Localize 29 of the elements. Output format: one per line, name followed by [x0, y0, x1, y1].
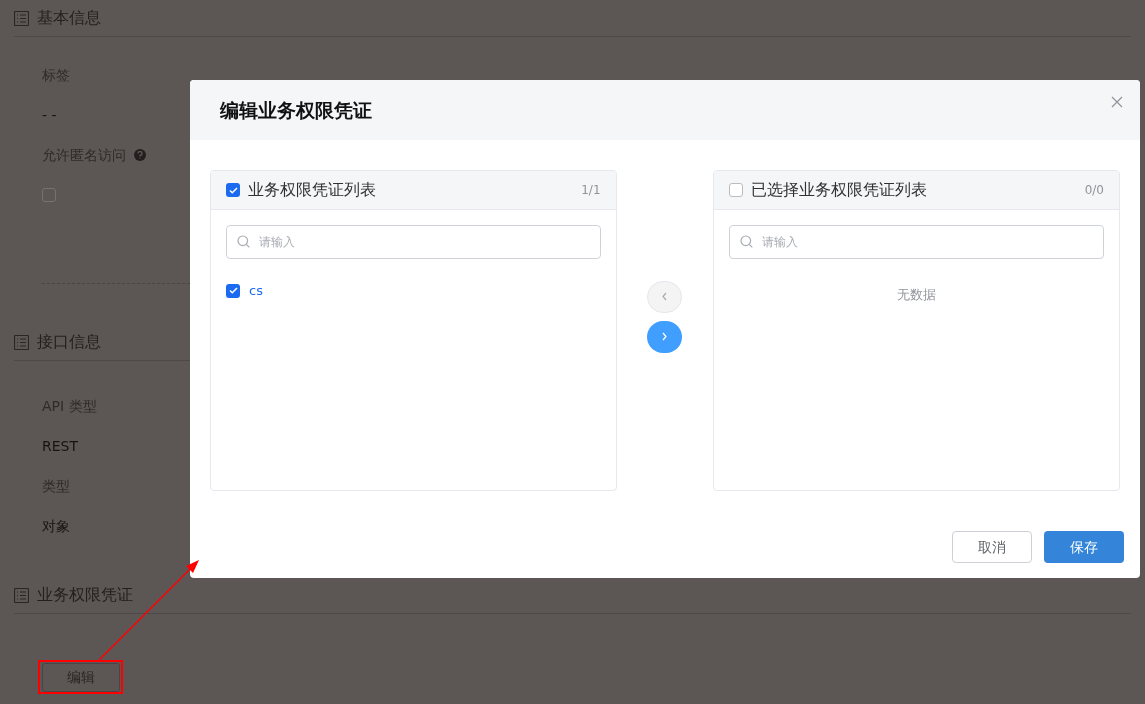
search-field[interactable]: 请输入	[729, 225, 1104, 259]
panel-title: 已选择业务权限凭证列表	[751, 179, 929, 201]
dialog-title: 编辑业务权限凭证	[220, 97, 372, 123]
section-title: 接口信息	[37, 331, 101, 353]
section-title: 业务权限凭证	[37, 584, 133, 606]
checkbox[interactable]	[226, 283, 240, 298]
section-title: 基本信息	[37, 7, 101, 29]
field-value: - -	[42, 105, 57, 125]
move-right-button[interactable]	[647, 320, 683, 353]
close-icon[interactable]	[1111, 96, 1123, 108]
panel-title: 业务权限凭证列表	[248, 179, 377, 201]
panel-count: 0/0	[1084, 182, 1104, 199]
list-icon	[14, 334, 29, 350]
checkbox[interactable]	[729, 183, 744, 197]
save-button[interactable]: 保存	[1044, 531, 1124, 563]
checkbox[interactable]	[226, 183, 240, 197]
field-value: REST	[42, 436, 78, 456]
chevron-right-icon	[660, 331, 670, 342]
empty-text: 无数据	[897, 286, 937, 304]
list-icon	[14, 587, 29, 603]
list-item[interactable]: cs	[226, 281, 601, 301]
list-icon	[14, 10, 29, 26]
search-icon	[740, 235, 754, 248]
panel-count: 1/1	[581, 182, 601, 199]
search-icon	[237, 235, 250, 248]
search-field[interactable]: 请输入	[226, 225, 601, 259]
field-value: 对象	[42, 516, 70, 536]
checkbox[interactable]	[42, 188, 56, 202]
cancel-button[interactable]: 取消	[952, 531, 1032, 563]
